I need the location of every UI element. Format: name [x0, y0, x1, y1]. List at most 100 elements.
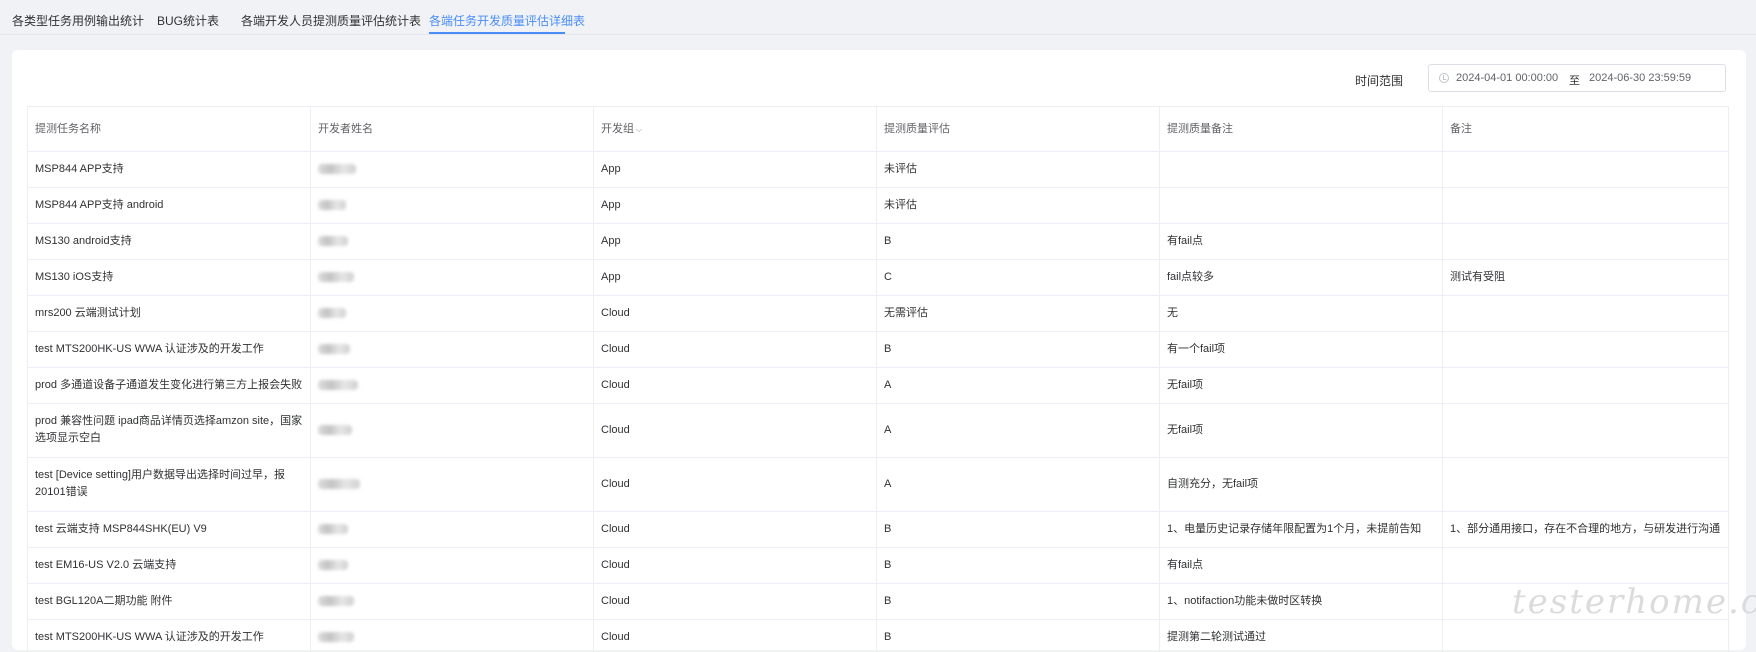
cell-group-text: App	[601, 270, 621, 283]
redacted-name	[318, 236, 348, 246]
tab-developer-quality-stats[interactable]: 各端开发人员提测质量评估统计表	[241, 12, 421, 29]
cell-quality-text: A	[884, 477, 892, 490]
cell-group-text: Cloud	[601, 306, 630, 319]
cell-quality: A	[877, 457, 1160, 511]
column-header-task: 提测任务名称	[28, 107, 311, 151]
cell-group: Cloud	[594, 331, 877, 367]
cell-quality-note-text: 1、电量历史记录存储年限配置为1个月，未提前告知	[1167, 522, 1422, 535]
redacted-name	[318, 344, 350, 354]
cell-group: App	[594, 223, 877, 259]
cell-quality-note: 无fail项	[1160, 403, 1443, 457]
cell-task: test BGL120A二期功能 附件	[28, 583, 311, 619]
cell-note	[1443, 223, 1729, 259]
tab-bar: 各类型任务用例输出统计 BUG统计表 各端开发人员提测质量评估统计表 各端任务开…	[0, 0, 1756, 35]
table-row: test EM16-US V2.0 云端支持 Cloud B 有fail点	[28, 547, 1729, 584]
cell-quality-note-text: 有fail点	[1167, 558, 1204, 571]
cell-group-text: Cloud	[601, 522, 630, 535]
cell-quality-text: B	[884, 594, 892, 607]
cell-quality-note	[1160, 151, 1443, 187]
cell-quality-note: 有fail点	[1160, 223, 1443, 259]
cell-note	[1443, 331, 1729, 367]
cell-quality-note-text: 提测第二轮测试通过	[1167, 630, 1266, 643]
table-row: prod 兼容性问题 ipad商品详情页选择amzon site，国家选项显示空…	[28, 403, 1729, 458]
column-header-note: 备注	[1443, 107, 1729, 151]
time-range-label: 时间范围	[1355, 74, 1404, 88]
cell-quality-text: C	[884, 270, 892, 283]
column-header-quality-note: 提测质量备注	[1160, 107, 1443, 151]
cell-note	[1443, 367, 1729, 403]
cell-developer	[311, 295, 594, 331]
table-row: prod 多通道设备子通道发生变化进行第三方上报会失败 Cloud A 无fail项	[28, 367, 1729, 404]
table-header-row: 提测任务名称 开发者姓名 开发组 ⌵ 提测质量评估 提测质量备注 备注	[28, 107, 1729, 152]
cell-task: test MTS200HK-US WWA 认证涉及的开发工作	[28, 331, 311, 367]
cell-quality-note-text: 自测充分，无fail项	[1167, 477, 1259, 490]
cell-quality: B	[877, 583, 1160, 619]
filter-caret-icon[interactable]: ⌵	[636, 121, 642, 138]
table-row: MSP844 APP支持 android App 未评估	[28, 187, 1729, 224]
cell-task-text: test BGL120A二期功能 附件	[35, 594, 173, 607]
watermark: testerhome.com	[1512, 582, 1756, 622]
cell-task: test EM16-US V2.0 云端支持	[28, 547, 311, 583]
cell-note	[1443, 403, 1729, 457]
cell-task-text: prod 兼容性问题 ipad商品详情页选择amzon site，国家选项显示空…	[35, 415, 303, 444]
cell-quality-note: 有fail点	[1160, 547, 1443, 583]
cell-note: 测试有受阻	[1443, 259, 1729, 295]
cell-note	[1443, 547, 1729, 583]
column-header-group[interactable]: 开发组 ⌵	[594, 107, 877, 151]
cell-group: App	[594, 151, 877, 187]
cell-developer	[311, 151, 594, 187]
cell-developer	[311, 331, 594, 367]
end-date-input[interactable]: 2024-06-30 23:59:59	[1589, 72, 1691, 84]
cell-quality-note-text: 有一个fail项	[1167, 342, 1226, 355]
cell-task-text: test [Device setting]用户数据导出选择时间过早，报20101…	[35, 469, 285, 498]
cell-task: test MTS200HK-US WWA 认证涉及的开发工作	[28, 619, 311, 652]
cell-note: 1、部分通用接口，存在不合理的地方，与研发进行沟通	[1443, 511, 1729, 547]
cell-quality: B	[877, 223, 1160, 259]
cell-developer	[311, 619, 594, 652]
tab-bug-stats[interactable]: BUG统计表	[157, 12, 219, 29]
cell-task: test 云端支持 MSP844SHK(EU) V9	[28, 511, 311, 547]
redacted-name	[318, 200, 346, 210]
redacted-name	[318, 479, 360, 489]
cell-task-text: test MTS200HK-US WWA 认证涉及的开发工作	[35, 342, 264, 355]
cell-quality-text: B	[884, 342, 892, 355]
tab-case-output-stats[interactable]: 各类型任务用例输出统计	[12, 12, 144, 29]
table-row: test MTS200HK-US WWA 认证涉及的开发工作 Cloud B 有一个f…	[28, 331, 1729, 368]
redacted-name	[318, 308, 346, 318]
table-row: test MTS200HK-US WWA 认证涉及的开发工作 Cloud B 提测第二…	[28, 619, 1729, 652]
cell-quality-note: 无	[1160, 295, 1443, 331]
cell-group: Cloud	[594, 619, 877, 652]
table-row: mrs200 云端测试计划 Cloud 无需评估 无	[28, 295, 1729, 332]
cell-group: Cloud	[594, 403, 877, 457]
cell-developer	[311, 403, 594, 457]
cell-quality: B	[877, 511, 1160, 547]
cell-quality-note: 1、电量历史记录存储年限配置为1个月，未提前告知	[1160, 511, 1443, 547]
cell-task-text: mrs200 云端测试计划	[35, 306, 141, 319]
redacted-name	[318, 632, 354, 642]
redacted-name	[318, 425, 352, 435]
cell-quality-text: B	[884, 630, 892, 643]
cell-group: Cloud	[594, 547, 877, 583]
cell-task-text: MSP844 APP支持	[35, 162, 124, 175]
cell-quality-note-text: 1、notifaction功能未做时区转换	[1167, 594, 1323, 607]
cell-quality-text: 未评估	[884, 162, 917, 175]
redacted-name	[318, 272, 354, 282]
cell-quality: B	[877, 619, 1160, 652]
cell-note	[1443, 187, 1729, 223]
cell-quality: B	[877, 547, 1160, 583]
cell-quality: 无需评估	[877, 295, 1160, 331]
cell-quality-text: A	[884, 423, 892, 436]
column-header-developer: 开发者姓名	[311, 107, 594, 151]
cell-quality-note: 自测充分，无fail项	[1160, 457, 1443, 511]
redacted-name	[318, 164, 356, 174]
cell-task-text: MS130 android支持	[35, 234, 132, 247]
cell-developer	[311, 511, 594, 547]
cell-task-text: MSP844 APP支持 android	[35, 198, 164, 211]
tab-task-quality-detail[interactable]: 各端任务开发质量评估详细表	[429, 12, 585, 29]
redacted-name	[318, 560, 348, 570]
cell-task: mrs200 云端测试计划	[28, 295, 311, 331]
date-range-picker[interactable]: 2024-04-01 00:00:00 至 2024-06-30 23:59:5…	[1428, 64, 1726, 92]
cell-task-text: MS130 iOS支持	[35, 270, 114, 283]
cell-task: prod 兼容性问题 ipad商品详情页选择amzon site，国家选项显示空…	[28, 403, 311, 457]
start-date-input[interactable]: 2024-04-01 00:00:00	[1456, 72, 1558, 84]
